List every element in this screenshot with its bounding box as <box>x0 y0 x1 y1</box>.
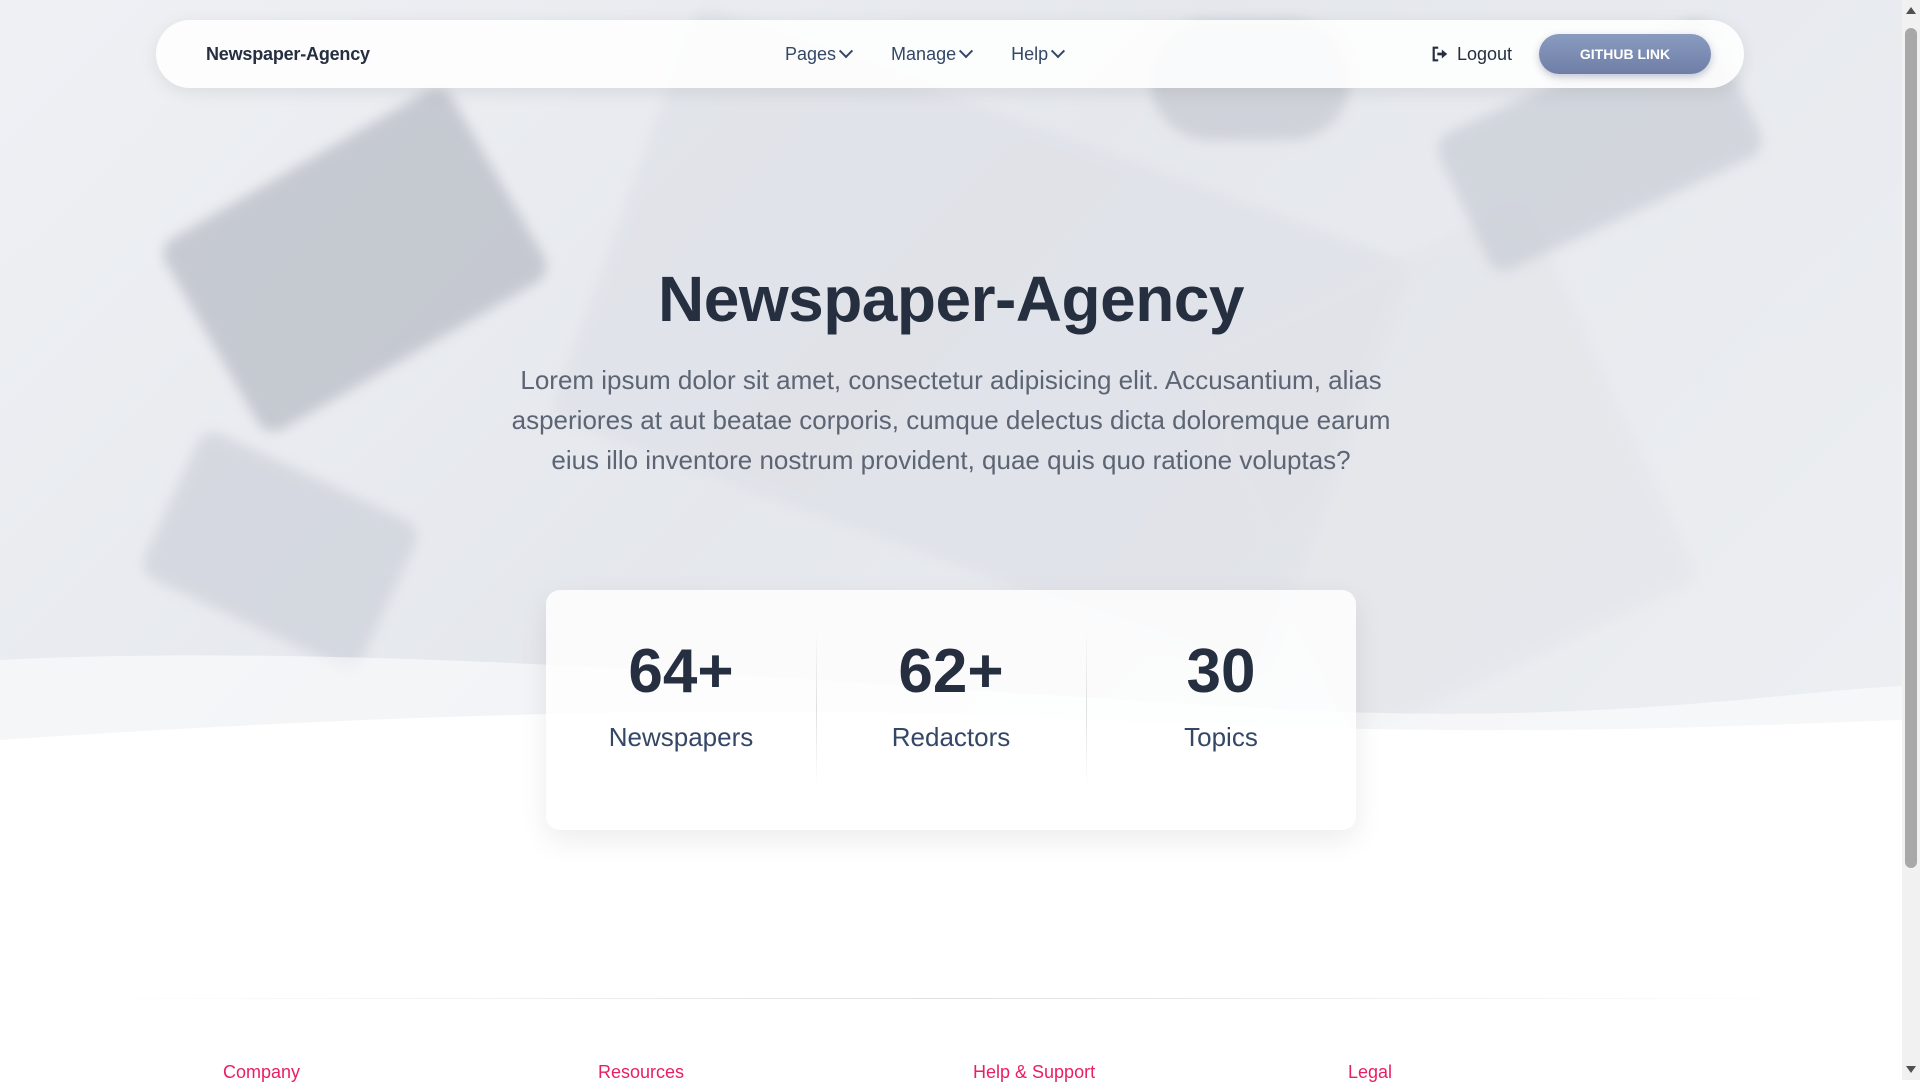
stats-card: 64+ Newspapers 62+ Redactors 30 Topics <box>546 590 1356 830</box>
hero-subtitle: Lorem ipsum dolor sit amet, consectetur … <box>511 365 1391 475</box>
nav-manage-label: Manage <box>891 43 957 64</box>
vertical-scrollbar[interactable] <box>1902 0 1920 1080</box>
nav-help-label: Help <box>1011 43 1049 64</box>
stat-newspapers: 64+ Newspapers <box>546 590 816 830</box>
nav-menu: Pages Manage Help <box>785 20 1066 88</box>
github-link-button[interactable]: GITHUB LINK <box>1539 34 1711 74</box>
nav-manage-dropdown[interactable]: Manage <box>891 43 974 65</box>
stat-value: 64+ <box>628 637 734 706</box>
chevron-down-icon <box>959 44 974 59</box>
scroll-down-arrow-icon[interactable] <box>1906 1066 1916 1073</box>
nav-pages-label: Pages <box>785 43 837 64</box>
logout-link[interactable]: Logout <box>1431 20 1512 88</box>
logout-label: Logout <box>1457 44 1513 64</box>
hero-title: Newspaper-Agency <box>658 263 1244 335</box>
scroll-up-arrow-icon[interactable] <box>1906 7 1916 14</box>
stat-label: Topics <box>1184 722 1258 752</box>
stat-value: 62+ <box>898 637 1004 706</box>
nav-help-dropdown[interactable]: Help <box>1011 43 1066 65</box>
stat-label: Newspapers <box>608 722 754 752</box>
chevron-down-icon <box>838 44 854 59</box>
stat-label: Redactors <box>891 722 1011 752</box>
nav-pages-dropdown[interactable]: Pages <box>785 43 854 65</box>
navbar: Newspaper-Agency Pages Manage Help Logou… <box>156 20 1744 88</box>
footer-divider <box>90 998 1810 999</box>
logout-icon <box>1432 46 1448 62</box>
stat-value: 30 <box>1186 637 1256 706</box>
chevron-down-icon <box>1051 44 1066 59</box>
brand-link[interactable]: Newspaper-Agency <box>206 20 370 88</box>
stat-topics: 30 Topics <box>1086 590 1356 830</box>
stat-redactors: 62+ Redactors <box>816 590 1086 830</box>
scrollbar-thumb[interactable] <box>1905 28 1917 868</box>
